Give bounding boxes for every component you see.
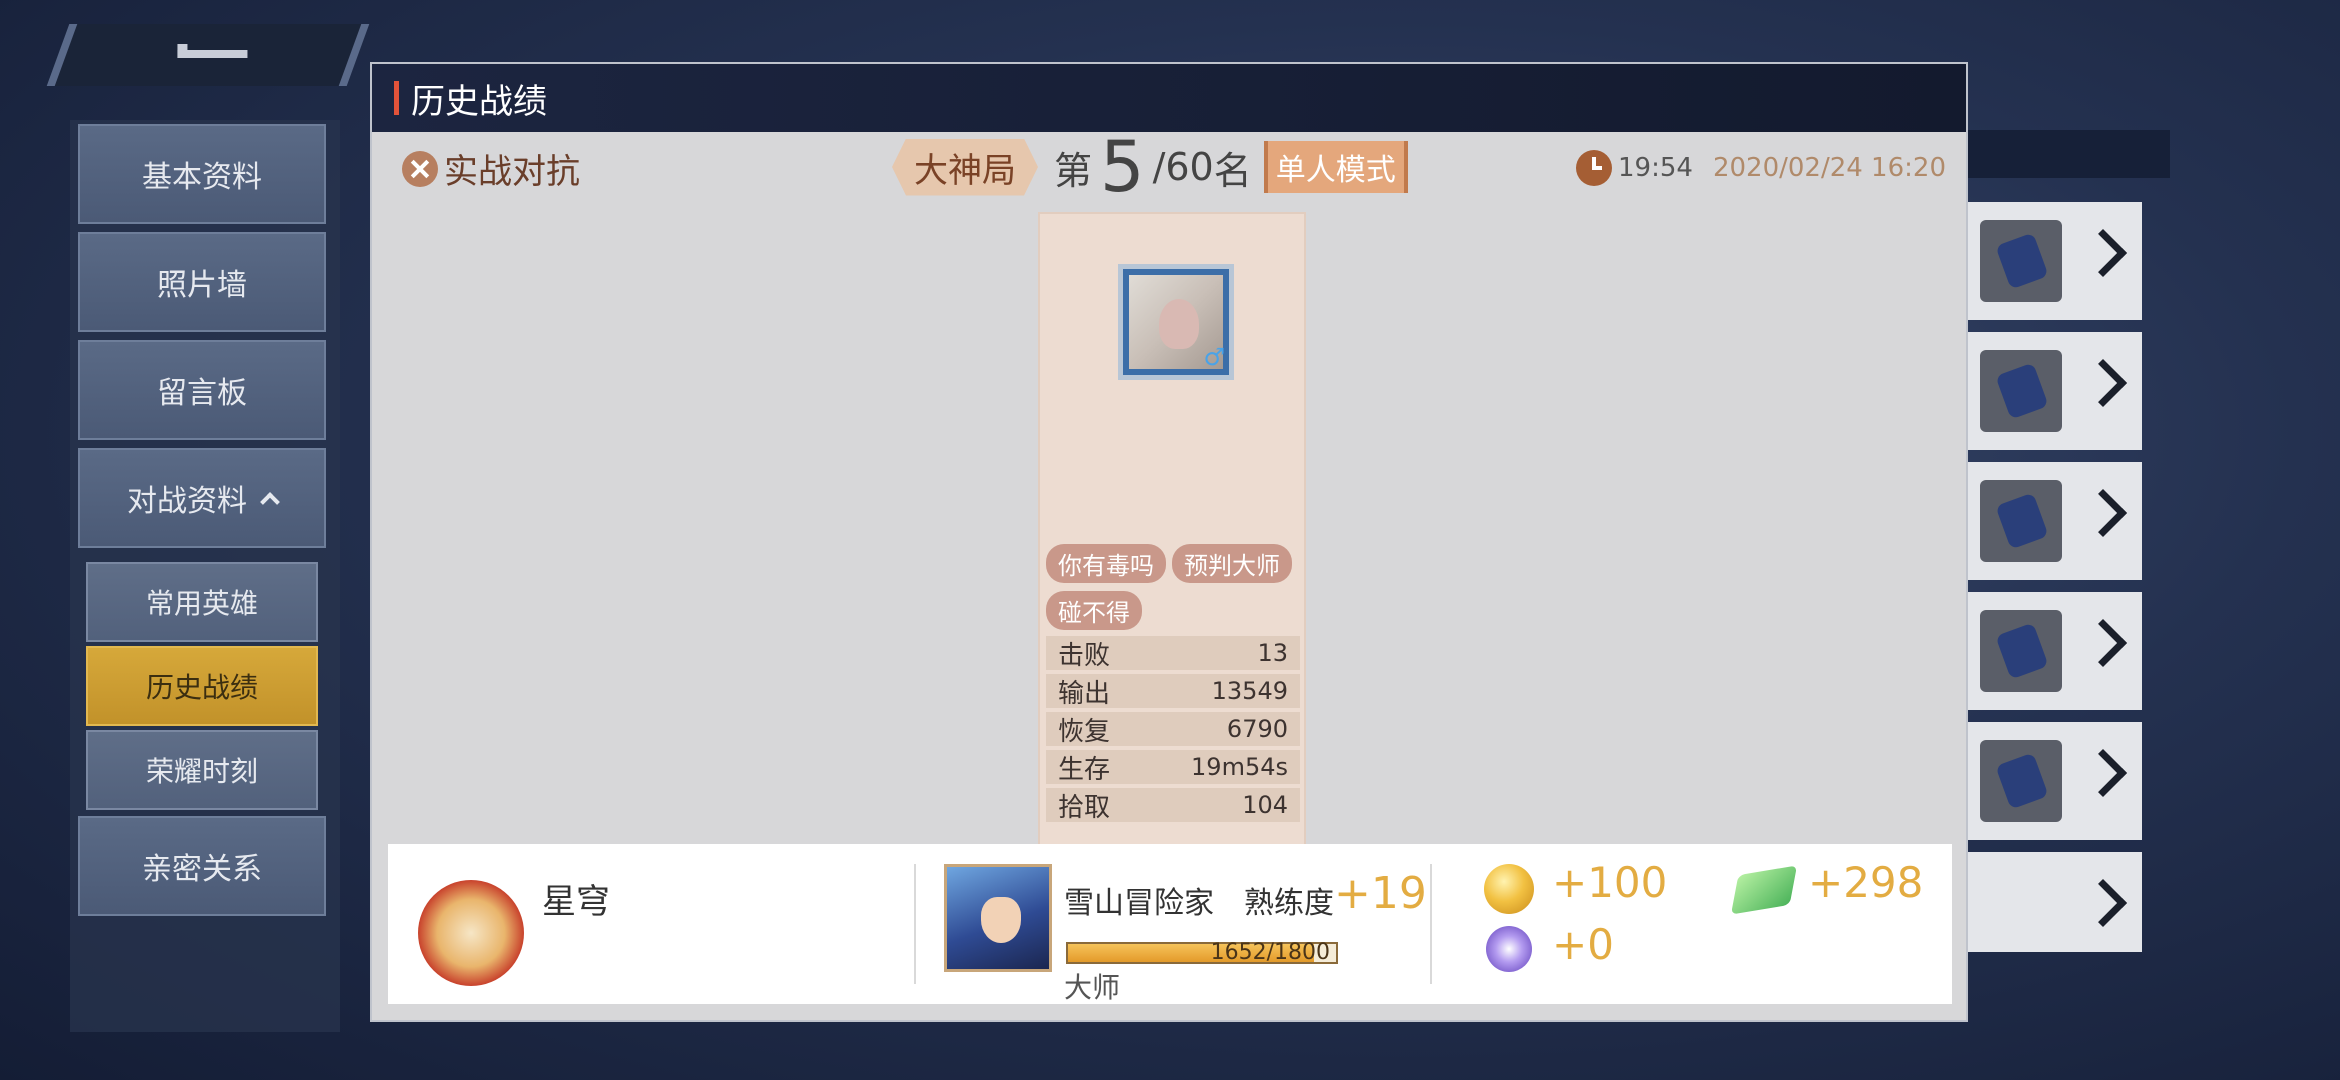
equipment-icon — [1980, 220, 2062, 302]
gem-reward: +298 — [1808, 858, 1924, 907]
sidebar: 基本资料 照片墙 留言板 对战资料 常用英雄 历史战绩 荣耀时刻 亲密关系 — [70, 120, 340, 1032]
stat-value: 19m54s — [1191, 753, 1288, 781]
coin-icon — [1484, 864, 1534, 914]
proficiency-gain: +19 — [1334, 868, 1427, 919]
sidebar-subitem-label: 常用英雄 — [145, 587, 258, 620]
sidebar-item-basic-info[interactable]: 基本资料 — [78, 124, 326, 224]
proficiency-progress: 1652/1800 — [1210, 940, 1330, 965]
reward-strip: 星穹 雪山冒险家 熟练度 +19 1652/1800 大师 +100 +298 … — [388, 844, 1952, 1004]
stat-label: 拾取 — [1058, 792, 1111, 823]
sidebar-item-photo-wall[interactable]: 照片墙 — [78, 232, 326, 332]
sidebar-item-label: 对战资料 — [127, 484, 247, 519]
rank-summary: 大神局 第 5 /60 名 单人模式 — [892, 126, 1408, 208]
stat-row: 输出 13549 — [1046, 674, 1300, 709]
title-accent-bar — [394, 81, 399, 115]
sidebar-subitem-label: 历史战绩 — [145, 671, 258, 704]
player-stats: 击败 13 输出 13549 恢复 6790 生存 19m54s 拾取 104 — [1046, 636, 1300, 826]
sidebar-item-label: 留言板 — [157, 376, 247, 411]
modal-header: 历史战绩 — [372, 64, 1966, 132]
sidebar-item-message-board[interactable]: 留言板 — [78, 340, 326, 440]
match-detail-modal: 历史战绩 实战对抗 大神局 第 5 /60 名 单人模式 19:54 2020/… — [370, 62, 1968, 1022]
chevron-right-icon[interactable] — [2078, 748, 2128, 798]
clock-icon — [1576, 150, 1612, 186]
sidebar-item-label: 照片墙 — [157, 268, 247, 303]
player-emblem-icon — [418, 880, 524, 986]
divider — [914, 864, 916, 984]
hero-portrait[interactable] — [944, 864, 1052, 972]
orb-reward: +0 — [1552, 920, 1614, 969]
proficiency-label: 熟练度 — [1244, 886, 1334, 921]
match-time: 19:54 2020/02/24 16:20 — [1576, 150, 1946, 186]
crossed-swords-icon — [402, 150, 438, 187]
title-badge: 碰不得 — [1046, 591, 1142, 630]
stat-row: 生存 19m54s — [1046, 750, 1300, 785]
stat-value: 13549 — [1211, 677, 1288, 705]
equipment-icon — [1980, 610, 2062, 692]
equipment-icon — [1980, 740, 2062, 822]
chevron-right-icon[interactable] — [2078, 358, 2128, 408]
stat-label: 恢复 — [1058, 716, 1111, 747]
caret-up-icon — [260, 492, 280, 512]
back-button[interactable] — [46, 24, 370, 86]
sidebar-subitem-common-heroes[interactable]: 常用英雄 — [86, 562, 318, 642]
rank-suffix: 名 — [1213, 148, 1252, 193]
equipment-icon — [1980, 480, 2062, 562]
proficiency-rank: 大师 — [1064, 971, 1121, 1004]
match-mode-label: 实战对抗 — [444, 152, 580, 192]
sidebar-item-label: 亲密关系 — [142, 852, 262, 887]
player-name: 星穹 — [542, 882, 610, 922]
hero-name: 雪山冒险家 — [1064, 886, 1214, 921]
rank-prefix: 第 — [1054, 148, 1093, 193]
chevron-right-icon[interactable] — [2078, 228, 2128, 278]
stat-label: 输出 — [1058, 678, 1111, 709]
sidebar-subitem-history[interactable]: 历史战绩 — [86, 646, 318, 726]
rank-total: /60 — [1152, 145, 1214, 189]
chevron-right-icon[interactable] — [2078, 878, 2128, 928]
chevron-right-icon[interactable] — [2078, 488, 2128, 538]
orb-icon — [1486, 926, 1532, 972]
match-duration: 19:54 — [1618, 153, 1693, 183]
stat-label: 生存 — [1058, 754, 1111, 785]
modal-title: 历史战绩 — [411, 81, 547, 122]
coin-reward: +100 — [1552, 858, 1668, 907]
sidebar-item-label: 基本资料 — [142, 160, 262, 195]
player-card[interactable]: ♂ 你有毒吗 预判大师 碰不得 击败 13 输出 13549 恢复 6790 生存 19… — [1038, 212, 1306, 892]
stat-value: 13 — [1257, 639, 1288, 667]
sidebar-subitem-label: 荣耀时刻 — [145, 755, 258, 788]
stat-value: 6790 — [1226, 715, 1288, 743]
avatar[interactable]: ♂ — [1118, 264, 1234, 380]
divider — [1430, 864, 1432, 984]
back-icon — [177, 44, 248, 58]
match-datetime: 2020/02/24 16:20 — [1712, 153, 1946, 183]
gem-icon — [1730, 865, 1798, 915]
stat-row: 恢复 6790 — [1046, 712, 1300, 747]
rank-number: 5 — [1100, 126, 1145, 208]
equipment-icon — [1980, 350, 2062, 432]
title-badges: 你有毒吗 预判大师 碰不得 — [1046, 544, 1302, 630]
stat-label: 击败 — [1058, 640, 1111, 671]
sidebar-subitem-glory-moments[interactable]: 荣耀时刻 — [86, 730, 318, 810]
title-badge: 预判大师 — [1172, 544, 1292, 583]
tier-tag: 大神局 — [892, 139, 1038, 196]
chevron-right-icon[interactable] — [2078, 618, 2128, 668]
sidebar-item-battle-data[interactable]: 对战资料 — [78, 448, 326, 548]
match-mode: 实战对抗 — [402, 144, 580, 193]
sidebar-item-intimacy[interactable]: 亲密关系 — [78, 816, 326, 916]
stat-row: 拾取 104 — [1046, 788, 1300, 823]
stat-value: 104 — [1242, 791, 1288, 819]
title-badge: 你有毒吗 — [1046, 544, 1166, 583]
male-icon: ♂ — [1203, 343, 1225, 371]
proficiency-bar: 1652/1800 — [1066, 940, 1338, 965]
stat-row: 击败 13 — [1046, 636, 1300, 671]
mode-tag: 单人模式 — [1263, 141, 1408, 193]
